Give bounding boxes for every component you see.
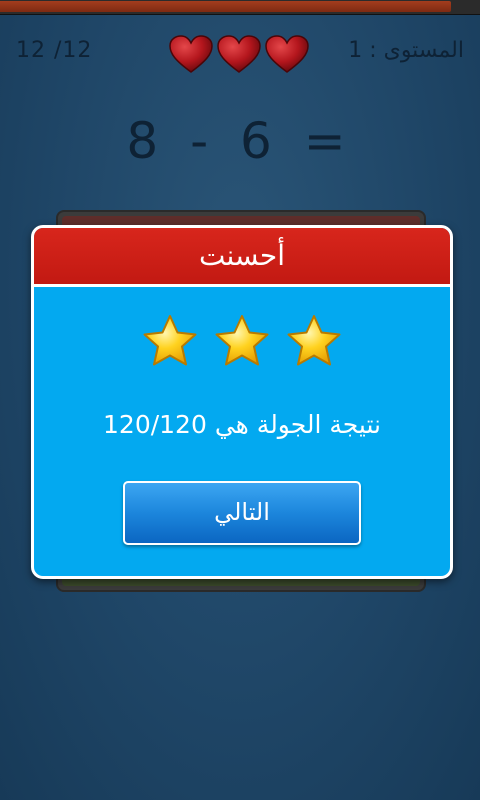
heart-icon (265, 35, 309, 73)
star-icon (143, 315, 197, 366)
heart-icon (169, 35, 213, 73)
result-dialog: أحسنت نتيجة الجولة هي 120/120 التالي (31, 225, 453, 579)
level-progress-bar (0, 0, 480, 15)
round-score-text: نتيجة الجولة هي 120/120 (103, 410, 381, 439)
question-counter: 12 /12 (16, 38, 93, 63)
star-icon (215, 315, 269, 366)
next-button[interactable]: التالي (123, 481, 361, 545)
star-icon (287, 315, 341, 366)
heart-icon (217, 35, 261, 73)
lives-hearts (168, 34, 310, 74)
rating-stars (34, 313, 450, 369)
level-progress-fill (0, 1, 452, 12)
dialog-title: أحسنت (34, 228, 450, 287)
level-label: المستوى : 1 (348, 38, 464, 63)
math-equation: 8 - 6 = (126, 112, 354, 170)
